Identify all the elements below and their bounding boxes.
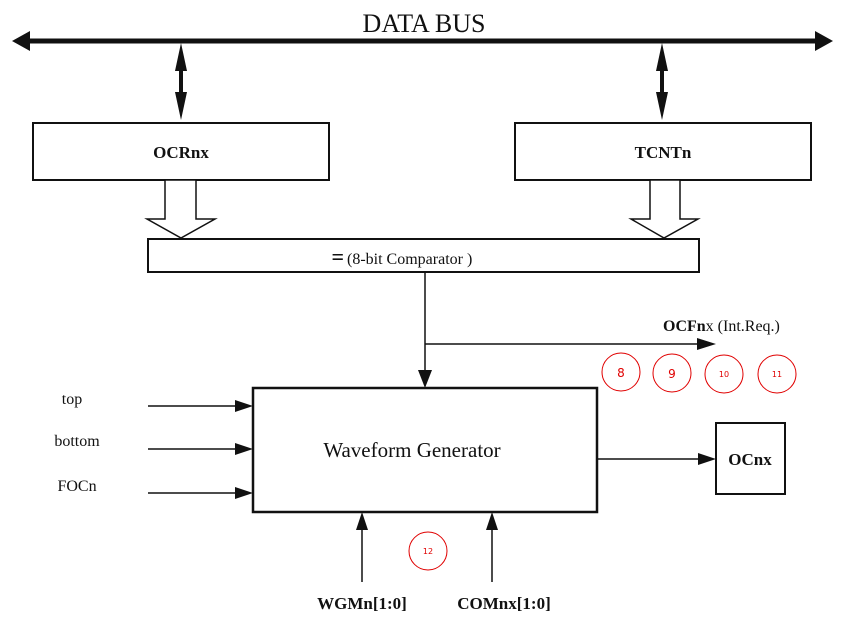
marker-12[interactable]: 12 [408, 531, 448, 571]
foc-arrow-icon [235, 487, 253, 499]
marker-9[interactable]: 9 [652, 353, 692, 393]
marker-10[interactable]: 10 [704, 354, 744, 394]
ocr-register-block: OCRnx [32, 122, 330, 181]
tcnt-to-comparator-arrow-icon [628, 179, 701, 239]
ocr-register-label: OCRnx [153, 143, 209, 162]
marker-12-label: 12 [423, 547, 433, 556]
foc-label: FOCn [57, 478, 96, 495]
ocf-label-rest: x (Int.Req.) [706, 318, 780, 335]
waveform-input-arrow-icon [418, 370, 432, 388]
waveform-generator-block: Waveform Generator [251, 386, 599, 514]
data-bus-label: DATA BUS [363, 9, 486, 38]
waveform-generator-label: Waveform Generator [323, 438, 500, 462]
ocr-to-comparator-arrow-icon [144, 179, 218, 239]
top-label: top [62, 391, 82, 408]
comparator-label: (8-bit Comparator ) [347, 251, 472, 268]
ocf-arrow-icon [697, 338, 716, 350]
tcnt-bus-connector [656, 43, 668, 120]
wgm-label: WGMn[1:0] [317, 594, 407, 613]
ocnx-output-label: OCnx [728, 450, 772, 469]
marker-9-label: 9 [668, 367, 676, 381]
top-arrow-icon [235, 400, 253, 412]
comparator-block: = (8-bit Comparator ) [147, 238, 700, 273]
output-arrow-icon [698, 453, 716, 465]
marker-10-label: 10 [719, 370, 729, 379]
marker-8[interactable]: 8 [601, 352, 641, 392]
bottom-label: bottom [54, 433, 100, 450]
com-label: COMnx[1:0] [457, 594, 550, 613]
marker-8-label: 8 [617, 366, 625, 380]
com-arrow-icon [486, 512, 498, 530]
tcnt-register-label: TCNTn [635, 143, 692, 162]
comparator-equals-symbol: = [331, 244, 344, 269]
ocf-interrupt-label: OCFnx (Int.Req.) [663, 318, 780, 335]
ocnx-output-block: OCnx [715, 422, 786, 495]
ocf-label-bold: OCFn [663, 318, 706, 335]
tcnt-register-block: TCNTn [514, 122, 812, 181]
bus-arrow-right-icon [815, 31, 833, 51]
wgm-arrow-icon [356, 512, 368, 530]
ocr-bus-connector [175, 43, 187, 120]
block-diagram: DATA BUS OCRnx TCNTn = (8-bit Comparator… [12, 9, 833, 613]
marker-11[interactable]: 11 [757, 354, 797, 394]
bus-arrow-left-icon [12, 31, 30, 51]
bottom-arrow-icon [235, 443, 253, 455]
marker-11-label: 11 [772, 370, 782, 379]
